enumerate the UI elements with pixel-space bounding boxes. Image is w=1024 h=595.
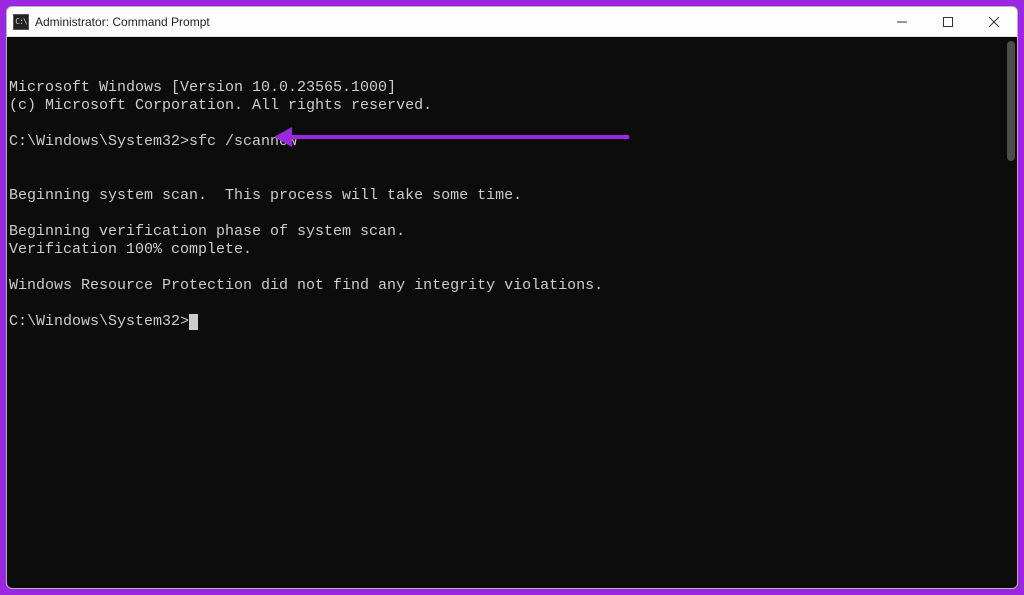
scrollbar-thumb[interactable] xyxy=(1007,41,1015,161)
maximize-button[interactable] xyxy=(925,7,971,36)
terminal-output[interactable]: Microsoft Windows [Version 10.0.23565.10… xyxy=(7,37,1017,588)
close-button[interactable] xyxy=(971,7,1017,36)
terminal-line: Windows Resource Protection did not find… xyxy=(9,277,1017,295)
terminal-line xyxy=(9,259,1017,277)
command-prompt-window: C:\ Administrator: Command Prompt Micros… xyxy=(6,6,1018,589)
terminal-line xyxy=(9,169,1017,187)
minimize-icon xyxy=(897,17,907,27)
terminal-line: Microsoft Windows [Version 10.0.23565.10… xyxy=(9,79,1017,97)
text-cursor xyxy=(189,314,198,330)
scrollbar[interactable] xyxy=(1003,37,1017,588)
terminal-line: Verification 100% complete. xyxy=(9,241,1017,259)
terminal-line xyxy=(9,295,1017,313)
cmd-icon: C:\ xyxy=(13,14,29,30)
minimize-button[interactable] xyxy=(879,7,925,36)
terminal-line xyxy=(9,205,1017,223)
window-titlebar[interactable]: C:\ Administrator: Command Prompt xyxy=(7,7,1017,37)
titlebar-left: C:\ Administrator: Command Prompt xyxy=(13,14,210,30)
terminal-line: (c) Microsoft Corporation. All rights re… xyxy=(9,97,1017,115)
terminal-line xyxy=(9,115,1017,133)
terminal-line xyxy=(9,151,1017,169)
terminal-line: Beginning verification phase of system s… xyxy=(9,223,1017,241)
terminal-line: C:\Windows\System32>sfc /scannow xyxy=(9,133,1017,151)
terminal-line: C:\Windows\System32> xyxy=(9,313,1017,331)
close-icon xyxy=(989,17,999,27)
window-controls xyxy=(879,7,1017,36)
terminal-line: Beginning system scan. This process will… xyxy=(9,187,1017,205)
maximize-icon xyxy=(943,17,953,27)
window-title: Administrator: Command Prompt xyxy=(35,15,210,29)
